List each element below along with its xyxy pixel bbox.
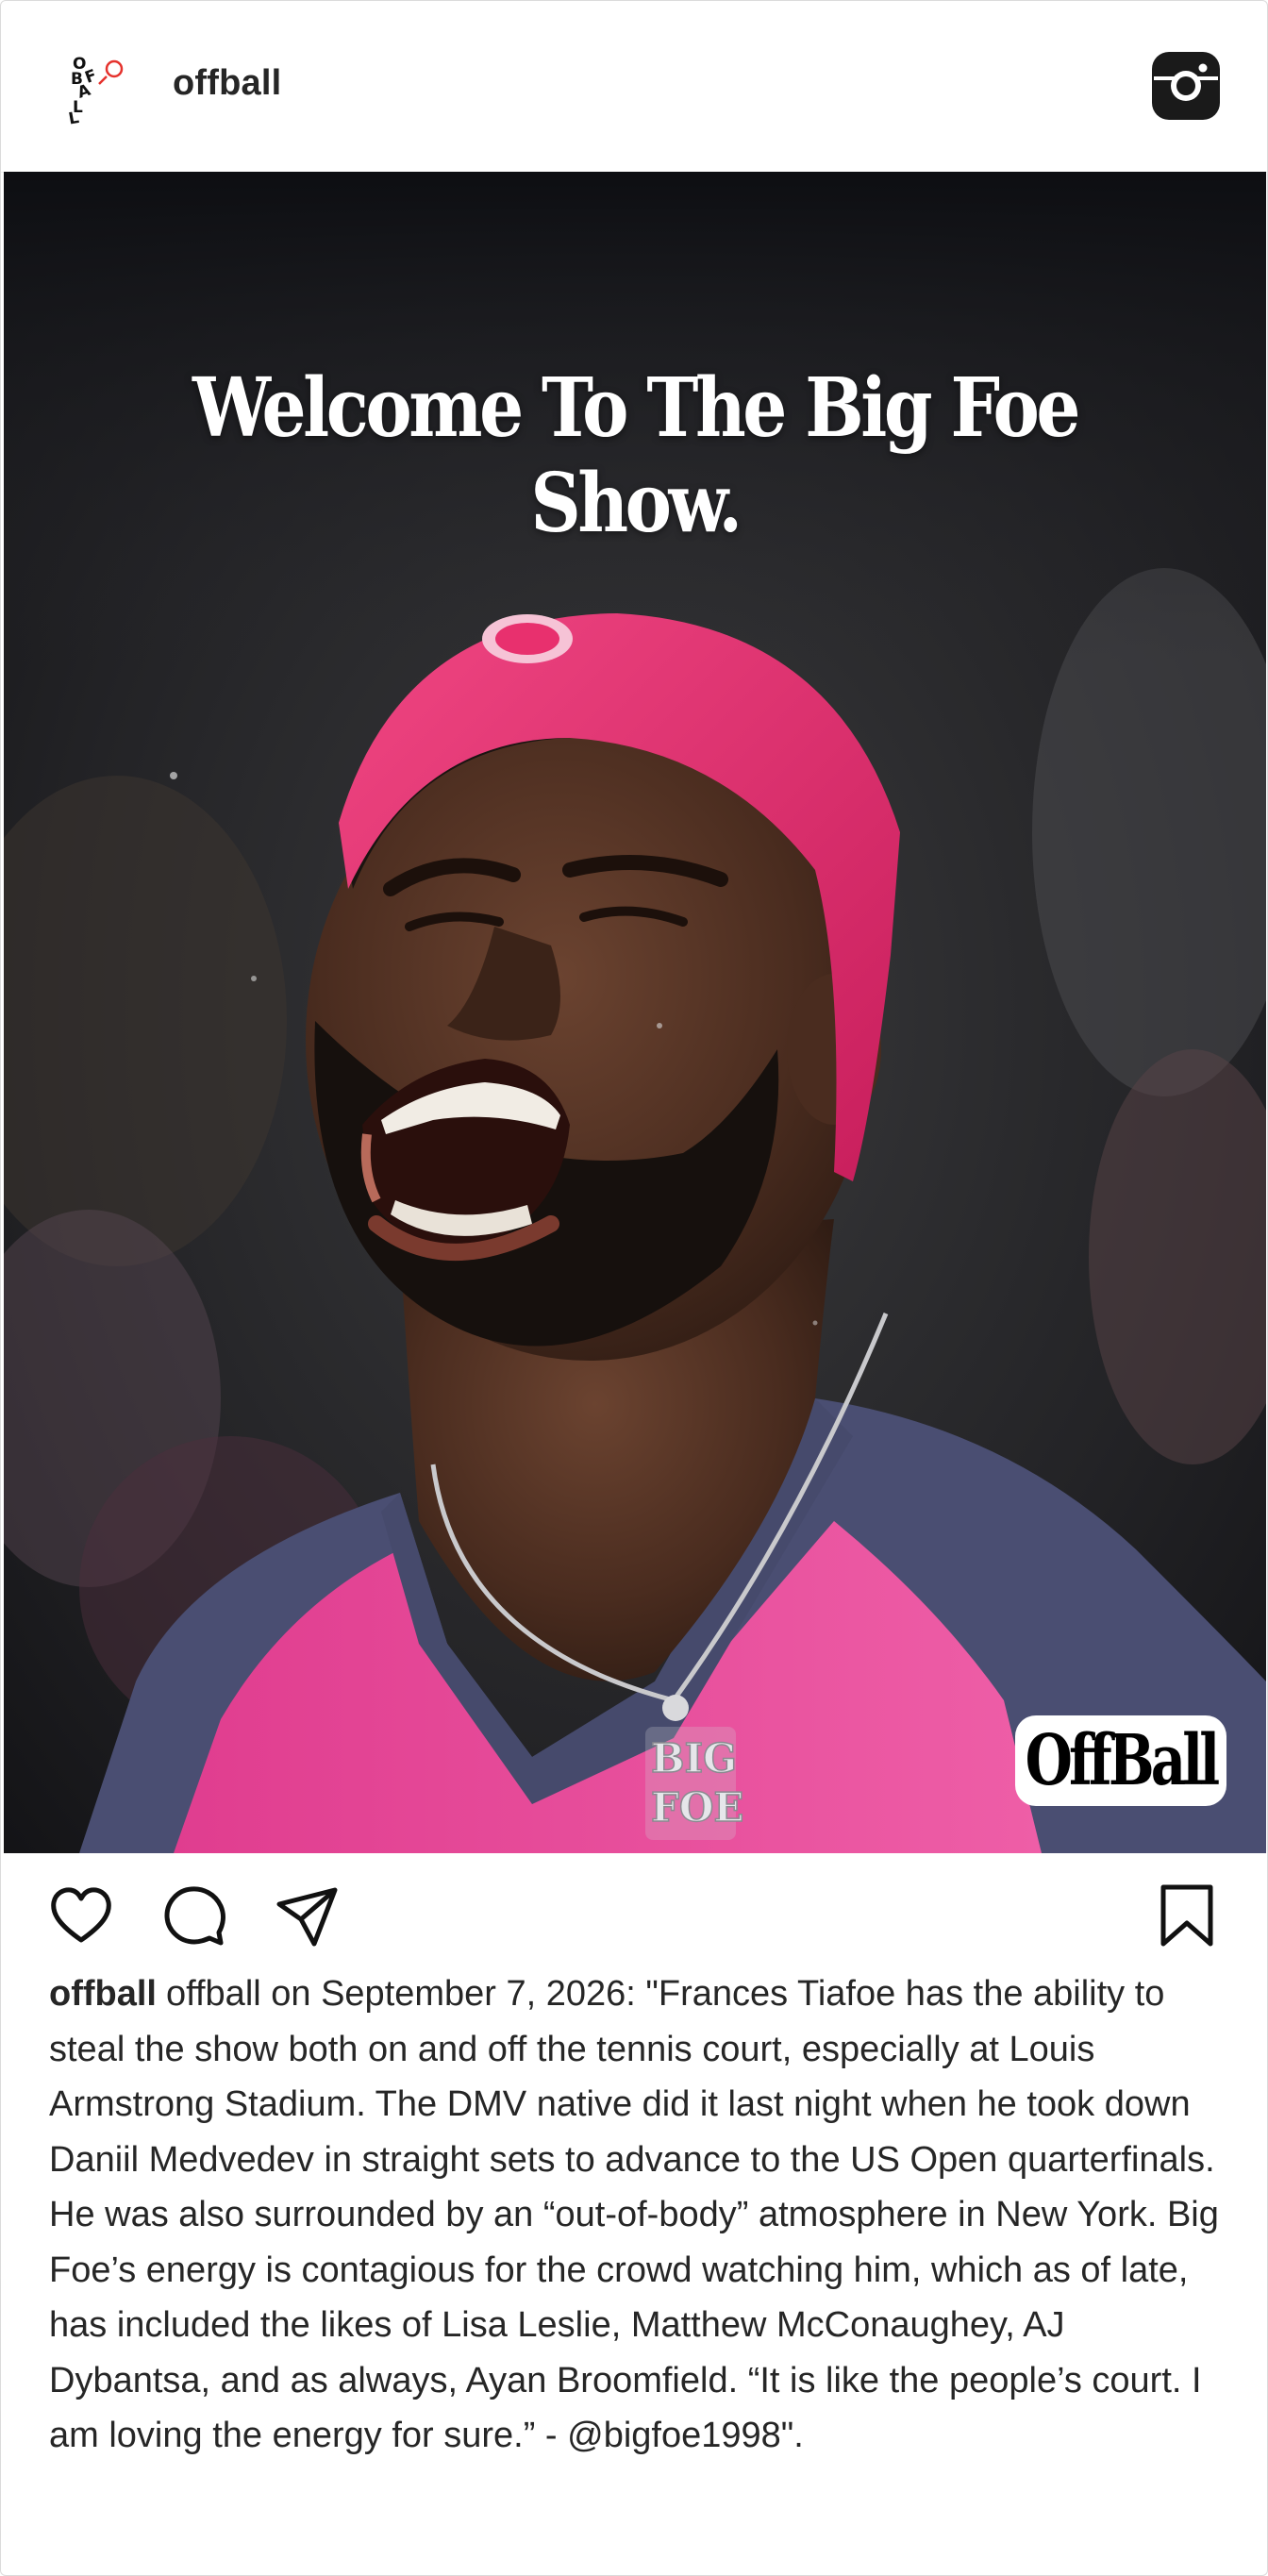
- post-actions: [1, 1853, 1267, 1966]
- instagram-icon[interactable]: [1150, 50, 1222, 122]
- svg-text:FOE: FOE: [651, 1784, 743, 1831]
- share-icon[interactable]: [275, 1883, 341, 1949]
- avatar[interactable]: O B F A L L: [50, 46, 133, 129]
- caption-username[interactable]: offball: [49, 1974, 157, 2014]
- offball-watermark: OffBall: [1015, 1715, 1226, 1806]
- photo-headline: Welcome To The Big Foe Show.: [192, 360, 1081, 551]
- post-image[interactable]: BIG FOE Welcome To The Big Foe Show. Off…: [4, 172, 1266, 1853]
- offball-logo-icon: O B F A L L: [51, 47, 132, 129]
- header-username[interactable]: offball: [173, 63, 281, 104]
- bookmark-icon[interactable]: [1154, 1883, 1220, 1949]
- post-header: O B F A L L offball: [1, 1, 1267, 173]
- caption-text: offball on September 7, 2026: "Frances T…: [49, 1974, 1219, 2455]
- heart-icon[interactable]: [48, 1883, 114, 1949]
- watermark-text: OffBall: [1025, 1720, 1221, 1801]
- instagram-post: O B F A L L offball BIG FOE Welcome To T…: [0, 0, 1268, 2576]
- svg-text:BIG: BIG: [651, 1735, 737, 1781]
- post-caption: offball offball on September 7, 2026: "Fr…: [49, 1966, 1228, 2464]
- big-foe-pendant: BIG FOE: [645, 1727, 744, 1840]
- comment-icon[interactable]: [161, 1883, 227, 1949]
